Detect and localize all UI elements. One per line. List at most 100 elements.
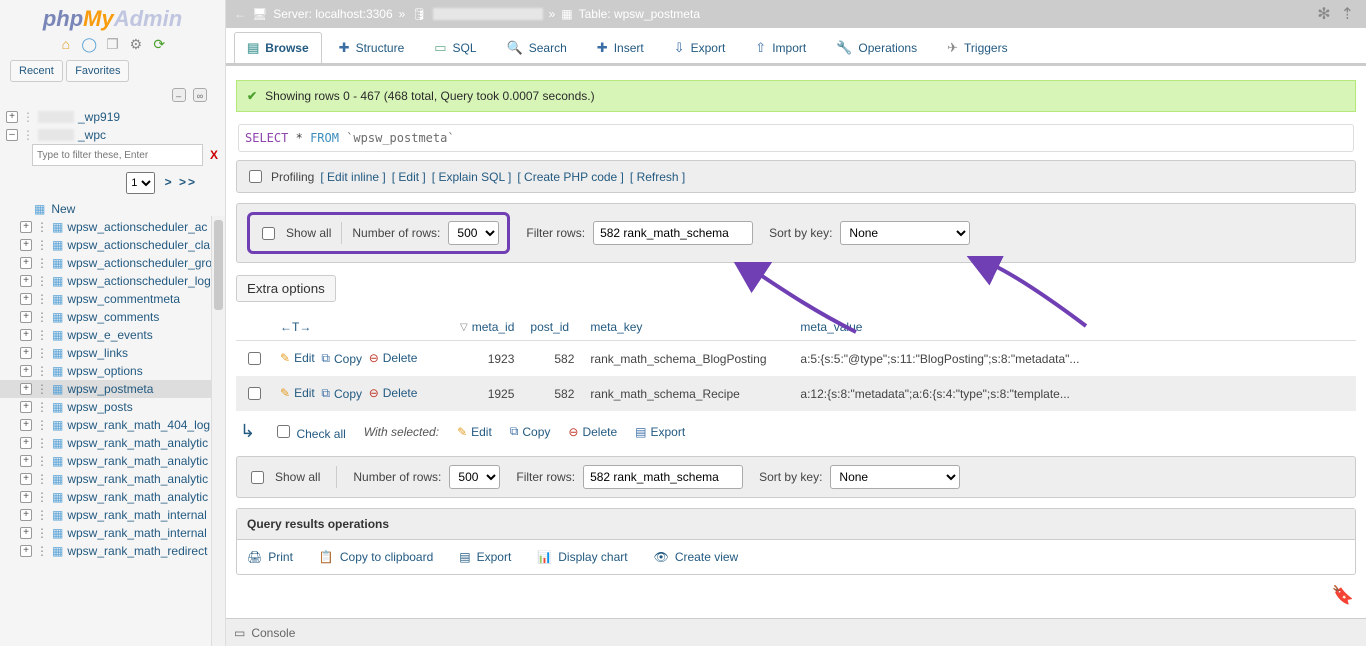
sidebar-table-row[interactable]: +⋮▦wpsw_rank_math_analytic	[0, 488, 225, 506]
reload-icon[interactable]: ⟳	[151, 36, 167, 52]
sidebar-table-row[interactable]: +⋮▦wpsw_rank_math_404_log	[0, 416, 225, 434]
columns-icon[interactable]: ⋮	[36, 400, 48, 414]
row-delete[interactable]: ⊖ Delete	[369, 351, 418, 365]
expand-db1-icon[interactable]: +	[6, 111, 18, 123]
qops-chart[interactable]: 📊Display chart	[537, 550, 627, 564]
expand-table-icon[interactable]: +	[20, 221, 32, 233]
sidebar-table-row[interactable]: +⋮▦wpsw_rank_math_redirect	[0, 542, 225, 560]
expand-table-icon[interactable]: +	[20, 401, 32, 413]
server-breadcrumb[interactable]: Server: localhost:3306	[273, 7, 392, 21]
collapse-all-icon[interactable]: –	[172, 88, 186, 102]
row-copy[interactable]: ⧉ Copy	[321, 386, 362, 401]
col-arrow[interactable]: ←T→	[280, 320, 311, 334]
tab-insert[interactable]: ✚ Insert	[584, 32, 657, 63]
expand-table-icon[interactable]: +	[20, 419, 32, 431]
new-table-link[interactable]: New	[51, 202, 75, 216]
expand-table-icon[interactable]: +	[20, 473, 32, 485]
expand-table-icon[interactable]: +	[20, 239, 32, 251]
collapse-nav-icon[interactable]: ←	[234, 7, 246, 21]
sidebar-table-row[interactable]: +⋮▦wpsw_postmeta	[0, 380, 225, 398]
tab-export[interactable]: ⇩ Export	[661, 32, 739, 63]
withsel-edit[interactable]: ✎Edit	[457, 425, 492, 439]
home-icon[interactable]: ⌂	[58, 36, 74, 52]
expand-table-icon[interactable]: +	[20, 275, 32, 287]
tab-search[interactable]: 🔍 Search	[494, 32, 580, 63]
show-all-checkbox-bottom[interactable]	[251, 471, 264, 484]
expand-table-icon[interactable]: +	[20, 437, 32, 449]
sort-by-key-select-bottom[interactable]: None	[830, 465, 960, 489]
sidebar-table-row[interactable]: +⋮▦wpsw_options	[0, 362, 225, 380]
check-all-checkbox[interactable]	[277, 425, 290, 438]
columns-icon[interactable]: ⋮	[36, 238, 48, 252]
db2-label[interactable]: _wpc	[78, 128, 106, 142]
check-all-label[interactable]: Check all	[296, 427, 345, 441]
qops-export[interactable]: ▤Export	[459, 550, 511, 564]
columns-icon[interactable]: ⋮	[36, 526, 48, 540]
masked-db-breadcrumb[interactable]	[433, 8, 543, 20]
tab-structure[interactable]: ✚ Structure	[326, 32, 418, 63]
nav-scrollbar-thumb[interactable]	[214, 220, 223, 310]
sort-by-key-select-top[interactable]: None	[840, 221, 970, 245]
sidebar-table-row[interactable]: +⋮▦wpsw_posts	[0, 398, 225, 416]
columns-icon[interactable]: ⋮	[36, 310, 48, 324]
expand-table-icon[interactable]: +	[20, 329, 32, 341]
sidebar-table-row[interactable]: +⋮▦wpsw_comments	[0, 308, 225, 326]
console-bar[interactable]: ▭ Console	[226, 618, 1366, 646]
page-select[interactable]: 1	[126, 172, 155, 194]
columns-icon[interactable]: ⋮	[36, 472, 48, 486]
columns-icon[interactable]: ⋮	[36, 544, 48, 558]
filter-rows-input-top[interactable]	[593, 221, 753, 245]
expand-table-icon[interactable]: +	[20, 347, 32, 359]
withsel-export[interactable]: ▤Export	[635, 425, 685, 439]
create-php-link[interactable]: Create PHP code	[524, 170, 617, 184]
row-edit[interactable]: ✎ Edit	[280, 386, 315, 400]
filter-clear[interactable]: X	[207, 148, 221, 162]
withsel-copy[interactable]: ⧉Copy	[510, 424, 551, 439]
logout-icon[interactable]: ◯	[81, 36, 97, 52]
expand-table-icon[interactable]: +	[20, 527, 32, 539]
tab-triggers[interactable]: ✈ Triggers	[934, 32, 1020, 63]
row-checkbox[interactable]	[248, 387, 261, 400]
favorites-tab[interactable]: Favorites	[66, 60, 129, 82]
bookmark-icon[interactable]: 🔖	[1332, 585, 1354, 606]
refresh-link[interactable]: Refresh	[637, 170, 679, 184]
tab-sql[interactable]: ▭ SQL	[421, 32, 489, 63]
num-rows-select-bottom[interactable]: 500	[449, 465, 500, 489]
row-copy[interactable]: ⧉ Copy	[321, 351, 362, 366]
tab-operations[interactable]: 🔧 Operations	[823, 32, 930, 63]
sidebar-table-row[interactable]: +⋮▦wpsw_links	[0, 344, 225, 362]
sidebar-table-row[interactable]: +⋮▦wpsw_actionscheduler_cla	[0, 236, 225, 254]
num-rows-select-top[interactable]: 500	[448, 221, 499, 245]
expand-db2-icon[interactable]: –	[6, 129, 18, 141]
col-meta-id[interactable]: meta_id	[472, 320, 515, 334]
nav-scrollbar[interactable]	[211, 216, 225, 646]
sidebar-table-row[interactable]: +⋮▦wpsw_actionscheduler_ac	[0, 218, 225, 236]
sidebar-table-row[interactable]: +⋮▦wpsw_rank_math_analytic	[0, 470, 225, 488]
columns-icon[interactable]: ⋮	[36, 346, 48, 360]
expand-table-icon[interactable]: +	[20, 509, 32, 521]
link-icon[interactable]: ∞	[193, 88, 207, 102]
table-filter-input[interactable]	[32, 144, 203, 166]
next-page-link[interactable]: > >>	[165, 175, 197, 189]
columns-icon[interactable]: ⋮	[36, 490, 48, 504]
db1-label[interactable]: _wp919	[78, 110, 120, 124]
col-post-id[interactable]: post_id	[530, 320, 569, 334]
withsel-delete[interactable]: ⊖Delete	[568, 425, 617, 439]
columns-icon[interactable]: ⋮	[36, 328, 48, 342]
expand-table-icon[interactable]: +	[20, 311, 32, 323]
filter-rows-input-bottom[interactable]	[583, 465, 743, 489]
sidebar-table-row[interactable]: +⋮▦wpsw_e_events	[0, 326, 225, 344]
columns-icon[interactable]: ⋮	[36, 382, 48, 396]
expand-table-icon[interactable]: +	[20, 455, 32, 467]
sidebar-table-row[interactable]: +⋮▦wpsw_commentmeta	[0, 290, 225, 308]
columns-icon[interactable]: ⋮	[36, 436, 48, 450]
extra-options-button[interactable]: Extra options	[236, 275, 336, 302]
sidebar-table-row[interactable]: +⋮▦wpsw_rank_math_analytic	[0, 434, 225, 452]
expand-table-icon[interactable]: +	[20, 257, 32, 269]
columns-icon[interactable]: ⋮	[36, 220, 48, 234]
columns-icon[interactable]: ⋮	[36, 256, 48, 270]
expand-table-icon[interactable]: +	[20, 383, 32, 395]
table-breadcrumb[interactable]: Table: wpsw_postmeta	[579, 7, 700, 21]
sidebar-table-row[interactable]: +⋮▦wpsw_actionscheduler_gro	[0, 254, 225, 272]
settings-icon[interactable]: ⚙	[128, 36, 144, 52]
